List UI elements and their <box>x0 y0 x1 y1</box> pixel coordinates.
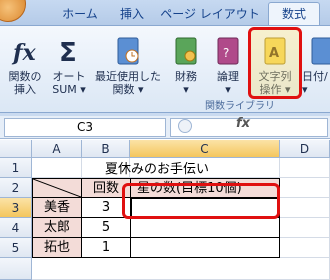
formula-bar: C3 fx <box>0 116 330 139</box>
row-header-2[interactable]: 2 <box>0 178 32 198</box>
group-label-function-library: 関数ライブラリ <box>205 101 275 112</box>
column-header-b[interactable]: B <box>82 140 130 158</box>
svg-text:fx: fx <box>11 40 36 66</box>
formula-bar-circle-button[interactable] <box>178 119 192 133</box>
book-recent-icon <box>114 34 142 66</box>
tab-formulas[interactable]: 数式 <box>268 2 320 25</box>
insert-function-button[interactable]: fx 関数の 挿入 <box>2 30 48 100</box>
cell-b4[interactable]: 5 <box>81 217 131 238</box>
cell-b5[interactable]: 1 <box>81 237 131 258</box>
diagonal-line <box>33 179 81 197</box>
cell-a3[interactable]: 美香 <box>32 197 82 218</box>
row-header-4[interactable]: 4 <box>0 218 32 238</box>
highlight-text-functions <box>248 27 302 99</box>
svg-text:Σ: Σ <box>59 38 77 66</box>
sigma-icon: Σ <box>55 34 83 68</box>
column-header-a[interactable]: A <box>32 140 82 158</box>
financial-button[interactable]: 財務 ▾ <box>166 30 206 100</box>
book-date-icon <box>308 34 330 66</box>
row-header-1[interactable]: 1 <box>0 158 32 178</box>
sheet-title: 夏休みのお手伝い <box>104 162 209 177</box>
select-all-corner[interactable] <box>0 140 32 158</box>
logical-button[interactable]: ? 論理 ▾ <box>208 30 248 100</box>
tab-page-layout[interactable]: ページ レイアウト <box>158 3 262 25</box>
cell-a4[interactable]: 太郎 <box>32 217 82 238</box>
cell-a2-diagonal[interactable] <box>32 178 82 198</box>
cell-d5[interactable] <box>280 238 330 258</box>
autosum-button[interactable]: Σ オート SUM ▾ <box>48 30 90 100</box>
office-button[interactable] <box>0 0 26 22</box>
row-header-5[interactable]: 5 <box>0 238 32 258</box>
date-time-button[interactable]: 日付/ ▾ <box>302 30 330 100</box>
tab-insert[interactable]: 挿入 <box>112 3 152 25</box>
cell-a5[interactable]: 拓也 <box>32 237 82 258</box>
name-box[interactable]: C3 <box>4 118 166 137</box>
insert-function-fx-icon[interactable]: fx <box>236 116 250 131</box>
cell-c5[interactable] <box>130 237 280 258</box>
column-header-d[interactable]: D <box>280 140 330 158</box>
highlight-cell-c3 <box>122 183 280 219</box>
tab-home[interactable]: ホーム <box>50 3 110 25</box>
cell-d4[interactable] <box>280 218 330 238</box>
row-6-cells[interactable] <box>32 258 330 280</box>
svg-text:?: ? <box>223 46 229 60</box>
cell-d3[interactable] <box>280 198 330 218</box>
cell-d1[interactable] <box>280 158 330 178</box>
book-logic-icon: ? <box>214 34 242 66</box>
fx-icon: fx <box>11 34 39 66</box>
cell-c4[interactable] <box>130 217 280 238</box>
row-header-6[interactable] <box>0 258 32 280</box>
ribbon-tab-bar: ホーム 挿入 ページ レイアウト 数式 <box>0 0 330 25</box>
row-header-3[interactable]: 3 <box>0 198 32 218</box>
book-finance-icon <box>172 34 200 66</box>
recently-used-button[interactable]: 最近使用した 関数 ▾ <box>92 30 164 100</box>
column-header-c[interactable]: C <box>130 140 280 158</box>
cell-d2[interactable] <box>280 178 330 198</box>
